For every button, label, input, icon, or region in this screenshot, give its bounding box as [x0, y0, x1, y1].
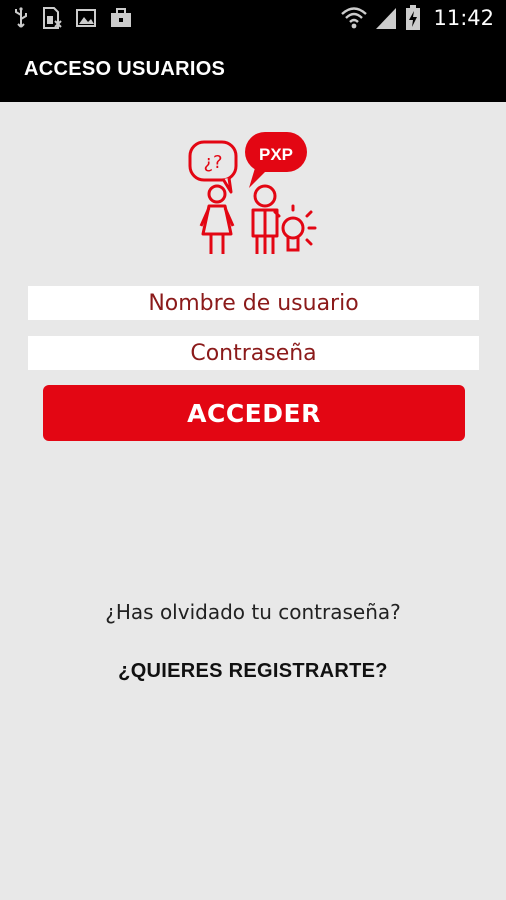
username-field[interactable] [28, 286, 479, 320]
app-bar: ACCESO USUARIOS [0, 38, 506, 102]
question-bubble-icon: ¿? [188, 140, 238, 194]
page-title: ACCESO USUARIOS [24, 58, 226, 80]
bubble-right-text: PXP [259, 145, 293, 164]
boy-figure-icon [251, 184, 279, 254]
register-link[interactable]: ¿QUIERES REGISTRARTE? [0, 660, 506, 683]
bubble-left-text: ¿? [203, 152, 222, 173]
pxp-bubble-icon: PXP [245, 132, 307, 188]
signal-icon [376, 8, 397, 29]
battery-charging-icon [406, 5, 421, 30]
briefcase-icon [111, 8, 131, 27]
usb-icon [15, 7, 27, 28]
status-clock: 11:42 [433, 6, 494, 30]
password-field[interactable] [28, 336, 479, 370]
image-icon [76, 9, 96, 27]
sim-error-icon [43, 7, 62, 29]
wifi-icon [341, 7, 368, 29]
status-bar: 11:42 [0, 0, 506, 38]
forgot-password-link[interactable]: ¿Has olvidado tu contraseña? [0, 600, 506, 624]
login-button[interactable]: ACCEDER [43, 385, 465, 441]
app-logo: ¿? PXP [188, 132, 317, 254]
girl-figure-icon [199, 184, 235, 254]
lightbulb-icon [273, 204, 317, 252]
